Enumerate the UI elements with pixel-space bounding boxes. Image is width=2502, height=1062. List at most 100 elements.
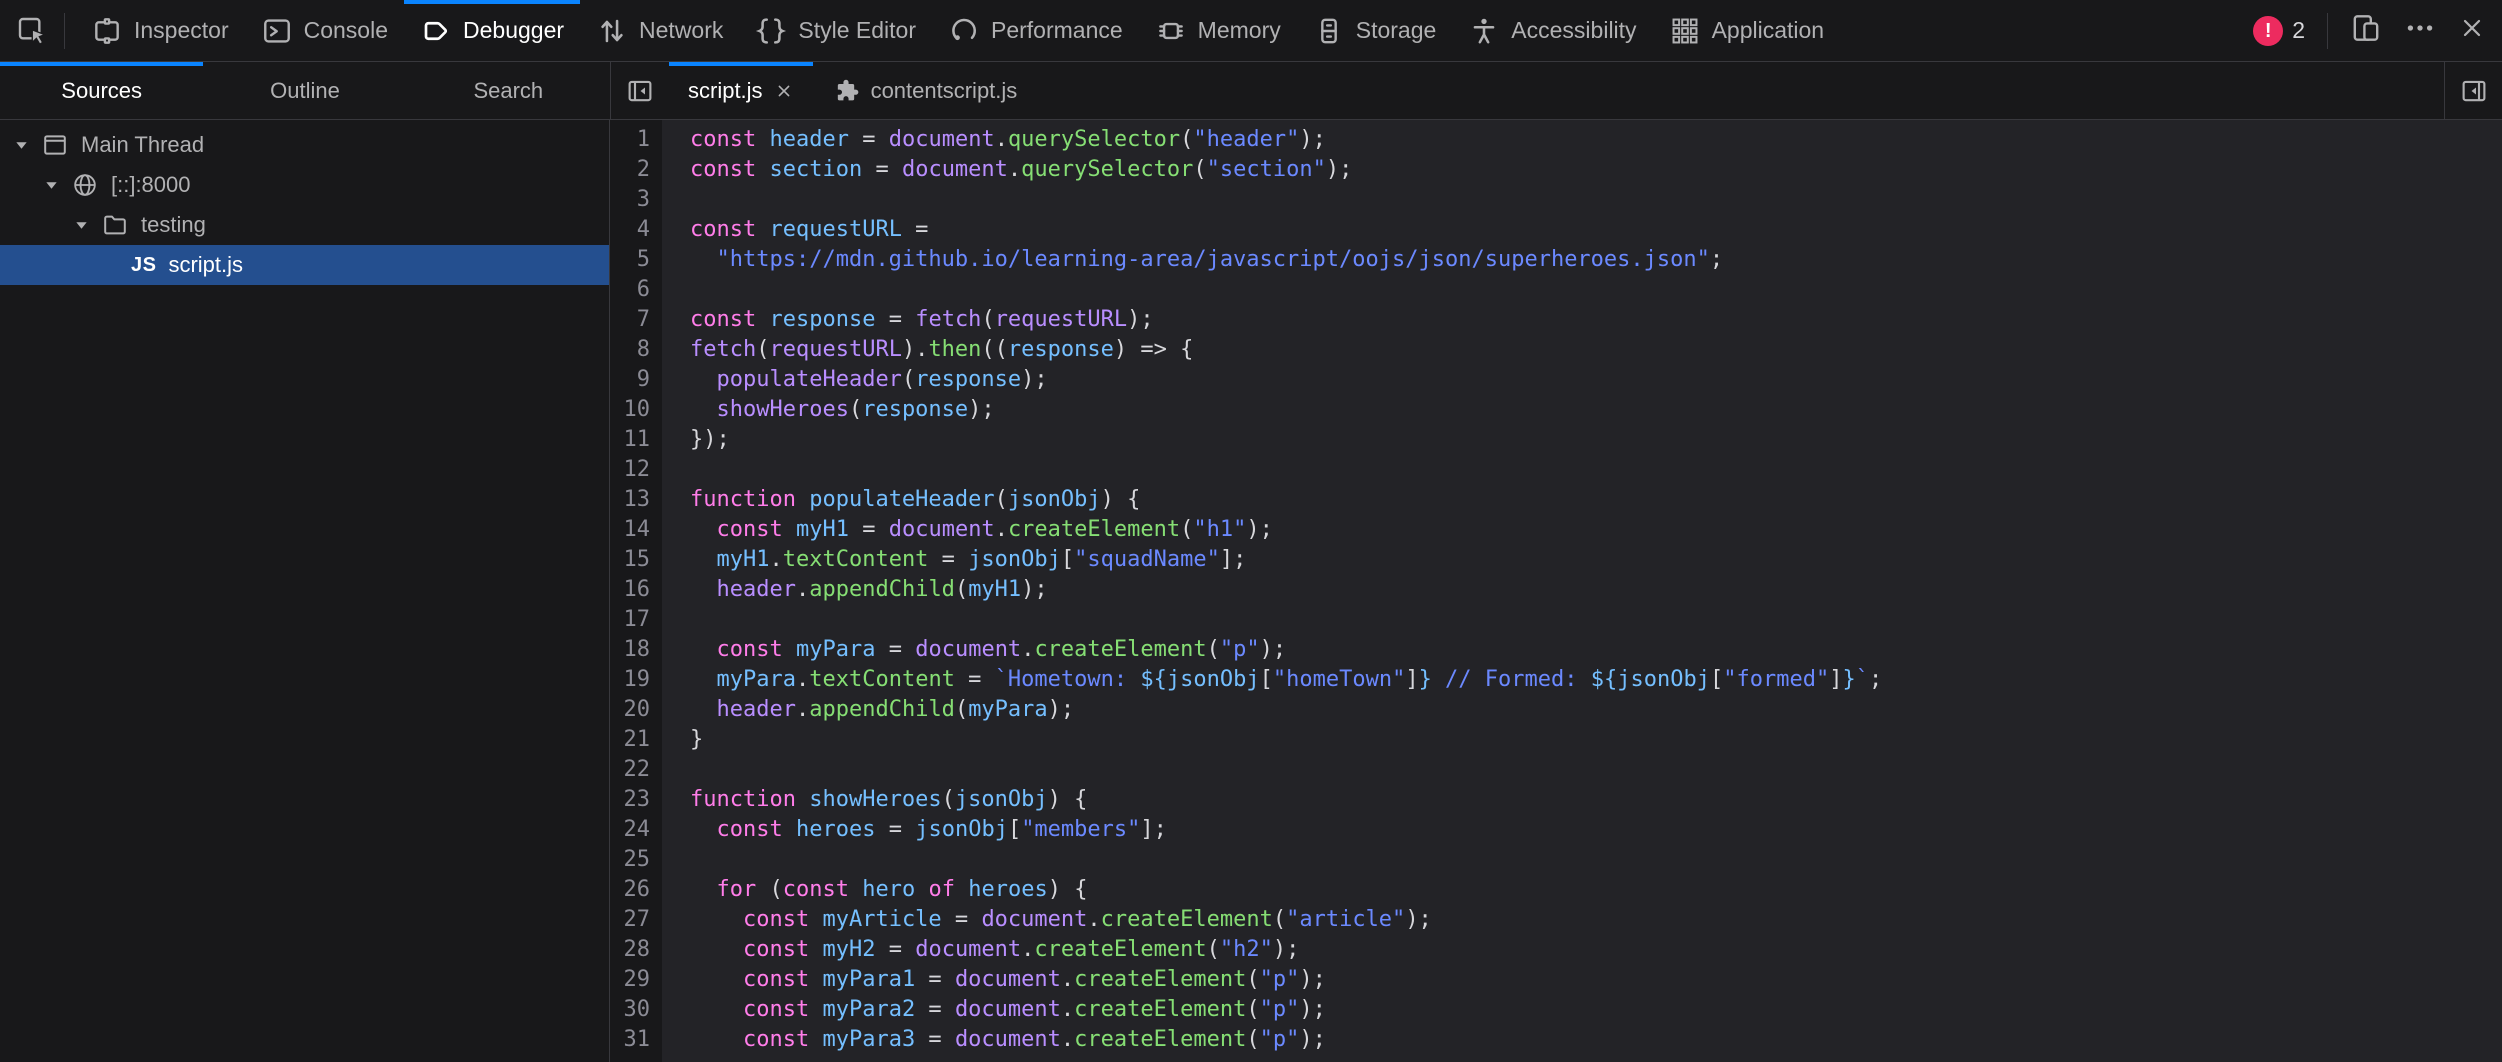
source-tab-contentscript-js[interactable]: contentscript.js: [813, 62, 1037, 119]
line-number[interactable]: 18: [610, 635, 650, 665]
line-number[interactable]: 23: [610, 785, 650, 815]
tab-accessibility[interactable]: Accessibility: [1452, 0, 1652, 61]
code-line[interactable]: myPara.textContent = `Hometown: ${jsonOb…: [690, 665, 2502, 695]
error-count: 2: [2292, 17, 2305, 44]
code-line[interactable]: showHeroes(response);: [690, 395, 2502, 425]
tab-storage[interactable]: Storage: [1297, 0, 1453, 61]
panel-tab-outline[interactable]: Outline: [203, 62, 406, 119]
line-number[interactable]: 7: [610, 305, 650, 335]
line-number[interactable]: 30: [610, 995, 650, 1025]
tab-inspector[interactable]: Inspector: [75, 0, 245, 61]
panel-tab-sources[interactable]: Sources: [0, 62, 203, 119]
code-line[interactable]: const myPara3 = document.createElement("…: [690, 1025, 2502, 1055]
code-line[interactable]: header.appendChild(myPara);: [690, 695, 2502, 725]
code-token: [690, 667, 717, 692]
line-number[interactable]: 9: [610, 365, 650, 395]
code-token: "members": [1021, 817, 1140, 842]
code-line[interactable]: });: [690, 425, 2502, 455]
line-number[interactable]: 15: [610, 545, 650, 575]
code-token: [809, 937, 822, 962]
collapse-sources-pane-button[interactable]: [611, 62, 669, 119]
tab-console[interactable]: Console: [245, 0, 404, 61]
code-line[interactable]: const myPara1 = document.createElement("…: [690, 965, 2502, 995]
code-line[interactable]: [690, 185, 2502, 215]
line-number-gutter[interactable]: 1234567891011121314151617181920212223242…: [610, 120, 662, 1062]
code-line[interactable]: const response = fetch(requestURL);: [690, 305, 2502, 335]
line-number[interactable]: 17: [610, 605, 650, 635]
line-number[interactable]: 27: [610, 905, 650, 935]
code-line[interactable]: const myH2 = document.createElement("h2"…: [690, 935, 2502, 965]
twisty-expanded-icon[interactable]: [44, 178, 60, 193]
line-number[interactable]: 28: [610, 935, 650, 965]
devtools-menu-button[interactable]: [2404, 12, 2436, 49]
code-line[interactable]: const heroes = jsonObj["members"];: [690, 815, 2502, 845]
code-line[interactable]: const myArticle = document.createElement…: [690, 905, 2502, 935]
tree-item-script-js[interactable]: JSscript.js: [0, 245, 609, 285]
panel-tab-search[interactable]: Search: [407, 62, 610, 119]
line-number[interactable]: 6: [610, 275, 650, 305]
line-number[interactable]: 14: [610, 515, 650, 545]
code-line[interactable]: [690, 755, 2502, 785]
code-line[interactable]: }: [690, 725, 2502, 755]
line-number[interactable]: 10: [610, 395, 650, 425]
code-line[interactable]: function populateHeader(jsonObj) {: [690, 485, 2502, 515]
code-line[interactable]: [690, 605, 2502, 635]
code-pane[interactable]: const header = document.querySelector("h…: [662, 120, 2502, 1062]
error-count-badge[interactable]: ! 2: [2253, 16, 2305, 46]
code-line[interactable]: [690, 455, 2502, 485]
tab-debugger[interactable]: Debugger: [404, 0, 580, 61]
line-number[interactable]: 2: [610, 155, 650, 185]
line-number[interactable]: 1: [610, 125, 650, 155]
code-line[interactable]: function showHeroes(jsonObj) {: [690, 785, 2502, 815]
code-line[interactable]: [690, 275, 2502, 305]
code-line[interactable]: const requestURL =: [690, 215, 2502, 245]
tab-styleeditor[interactable]: Style Editor: [739, 0, 932, 61]
tab-close-icon[interactable]: [774, 81, 794, 101]
code-line[interactable]: const header = document.querySelector("h…: [690, 125, 2502, 155]
code-token: [690, 937, 743, 962]
tree-item-testing[interactable]: testing: [0, 205, 609, 245]
line-number[interactable]: 31: [610, 1025, 650, 1055]
line-number[interactable]: 16: [610, 575, 650, 605]
line-number[interactable]: 19: [610, 665, 650, 695]
code-line[interactable]: const myPara = document.createElement("p…: [690, 635, 2502, 665]
code-line[interactable]: for (const hero of heroes) {: [690, 875, 2502, 905]
code-line[interactable]: [690, 845, 2502, 875]
toolbox-tabs: InspectorConsoleDebuggerNetworkStyle Edi…: [75, 0, 1840, 61]
close-devtools-button[interactable]: [2458, 14, 2486, 47]
line-number[interactable]: 21: [610, 725, 650, 755]
line-number[interactable]: 26: [610, 875, 650, 905]
code-line[interactable]: const section = document.querySelector("…: [690, 155, 2502, 185]
line-number[interactable]: 11: [610, 425, 650, 455]
line-number[interactable]: 3: [610, 185, 650, 215]
code-line[interactable]: populateHeader(response);: [690, 365, 2502, 395]
line-number[interactable]: 8: [610, 335, 650, 365]
tab-network[interactable]: Network: [580, 0, 739, 61]
code-line[interactable]: const myH1 = document.createElement("h1"…: [690, 515, 2502, 545]
pick-element-button[interactable]: [0, 0, 64, 61]
line-number[interactable]: 22: [610, 755, 650, 785]
line-number[interactable]: 4: [610, 215, 650, 245]
twisty-expanded-icon[interactable]: [74, 218, 90, 233]
expand-panes-button[interactable]: [2444, 62, 2502, 119]
line-number[interactable]: 20: [610, 695, 650, 725]
twisty-expanded-icon[interactable]: [14, 138, 30, 153]
line-number[interactable]: 29: [610, 965, 650, 995]
tab-application[interactable]: Application: [1653, 0, 1841, 61]
line-number[interactable]: 24: [610, 815, 650, 845]
tab-memory[interactable]: Memory: [1139, 0, 1297, 61]
responsive-design-button[interactable]: [2350, 12, 2382, 49]
code-line[interactable]: const myPara2 = document.createElement("…: [690, 995, 2502, 1025]
source-tab-script-js[interactable]: script.js: [669, 62, 813, 119]
line-number[interactable]: 25: [610, 845, 650, 875]
line-number[interactable]: 12: [610, 455, 650, 485]
tree-item-main-thread[interactable]: Main Thread: [0, 125, 609, 165]
line-number[interactable]: 13: [610, 485, 650, 515]
tab-performance[interactable]: Performance: [932, 0, 1139, 61]
tree-item-8000[interactable]: [::]:8000: [0, 165, 609, 205]
code-line[interactable]: "https://mdn.github.io/learning-area/jav…: [690, 245, 2502, 275]
line-number[interactable]: 5: [610, 245, 650, 275]
code-line[interactable]: header.appendChild(myH1);: [690, 575, 2502, 605]
code-line[interactable]: fetch(requestURL).then((response) => {: [690, 335, 2502, 365]
code-line[interactable]: myH1.textContent = jsonObj["squadName"];: [690, 545, 2502, 575]
